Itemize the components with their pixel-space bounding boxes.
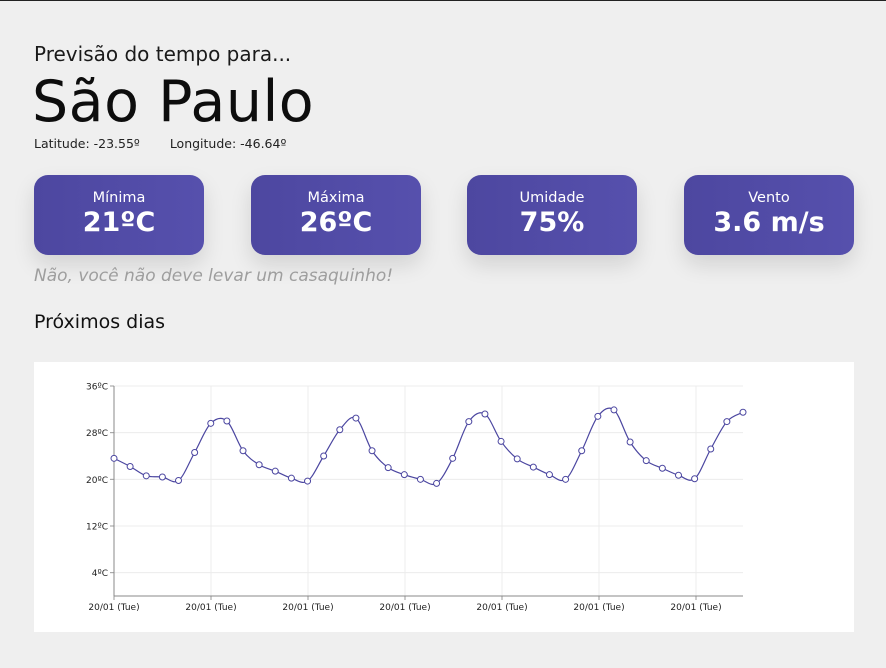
data-point [610, 406, 618, 414]
data-point [739, 408, 747, 416]
window-top-border [0, 0, 886, 1]
data-point [191, 449, 199, 456]
data-point [545, 471, 553, 479]
y-tick-label: 12ºC [86, 523, 108, 533]
coordinates: Latitude: -23.55º Longitude: -46.64º [34, 136, 312, 151]
data-point [336, 426, 344, 434]
data-point [223, 417, 231, 425]
forecast-chart-container: 36ºC 28ºC 20ºC 12ºC 4ºC 20/01 (Tue) 20/01 (Tue… [34, 362, 854, 632]
grid-layer [113, 385, 743, 596]
wind-card: Vento 3.6 m/s [684, 175, 854, 255]
y-tick-label: 36ºC [86, 383, 108, 393]
min-temp-value: 21ºC [82, 207, 156, 238]
temperature-line [113, 407, 744, 486]
y-tick-label: 4ºC [92, 569, 108, 579]
data-point [674, 471, 682, 479]
data-point [126, 463, 134, 470]
data-point [175, 477, 183, 484]
data-point [304, 477, 312, 485]
wind-label: Vento [748, 190, 790, 206]
data-point [658, 464, 666, 472]
x-tick-label: 20/01 (Tue) [185, 603, 236, 613]
data-point [691, 475, 699, 483]
jacket-hint: Não, você não deve levar um casaquinho! [34, 266, 394, 286]
humidity-value: 75% [519, 207, 585, 238]
data-point [142, 472, 150, 480]
y-tick-label: 28ºC [86, 429, 108, 439]
forecast-line-chart: 36ºC 28ºC 20ºC 12ºC 4ºC 20/01 (Tue) 20/01 (Tue… [86, 383, 747, 613]
data-point [578, 447, 586, 455]
data-point [368, 447, 376, 455]
min-temp-card: Mínima 21ºC [34, 175, 204, 255]
data-point [723, 418, 731, 426]
city-name: São Paulo [32, 69, 315, 135]
max-temp-card: Máxima 26ºC [251, 175, 421, 255]
data-point [384, 464, 392, 472]
data-point [562, 475, 570, 483]
data-point [239, 447, 247, 455]
data-point [158, 473, 166, 481]
x-tick-label: 20/01 (Tue) [379, 603, 430, 613]
data-point [433, 479, 441, 487]
x-tick-label: 20/01 (Tue) [476, 603, 527, 613]
x-tick-label: 20/01 (Tue) [670, 603, 721, 613]
max-temp-value: 26ºC [299, 207, 373, 238]
data-point [207, 419, 215, 427]
data-point [449, 454, 457, 462]
data-point [626, 438, 634, 446]
x-tick-label: 20/01 (Tue) [573, 603, 624, 613]
data-point [529, 463, 537, 471]
data-point [465, 418, 473, 426]
data-point [400, 471, 408, 479]
data-point [481, 410, 489, 418]
max-temp-label: Máxima [307, 190, 365, 206]
humidity-label: Umidade [519, 190, 585, 206]
data-point [594, 412, 602, 420]
wind-value: 3.6 m/s [713, 207, 825, 238]
data-point [513, 455, 521, 463]
data-point [287, 474, 295, 482]
data-point [416, 475, 424, 483]
humidity-card: Umidade 75% [467, 175, 637, 255]
data-point [320, 452, 328, 460]
forecast-subtitle: Previsão do tempo para... [34, 42, 292, 66]
data-point [271, 467, 279, 475]
data-point [255, 461, 263, 469]
y-tick-label: 20ºC [86, 476, 108, 486]
x-tick-label: 20/01 (Tue) [282, 603, 333, 613]
axis-layer: 36ºC 28ºC 20ºC 12ºC 4ºC 20/01 (Tue) 20/01 (Tue… [86, 383, 743, 613]
series-layer [110, 406, 747, 487]
data-point [352, 414, 360, 422]
data-point [707, 445, 715, 453]
data-point [642, 457, 650, 465]
min-temp-label: Mínima [92, 190, 146, 206]
longitude-text: Longitude: -46.64º [169, 136, 287, 151]
x-tick-label: 20/01 (Tue) [88, 603, 139, 613]
latitude-text: Latitude: -23.55º [34, 136, 140, 151]
data-point [497, 437, 505, 445]
next-days-title: Próximos dias [34, 311, 166, 333]
data-point [110, 454, 118, 462]
